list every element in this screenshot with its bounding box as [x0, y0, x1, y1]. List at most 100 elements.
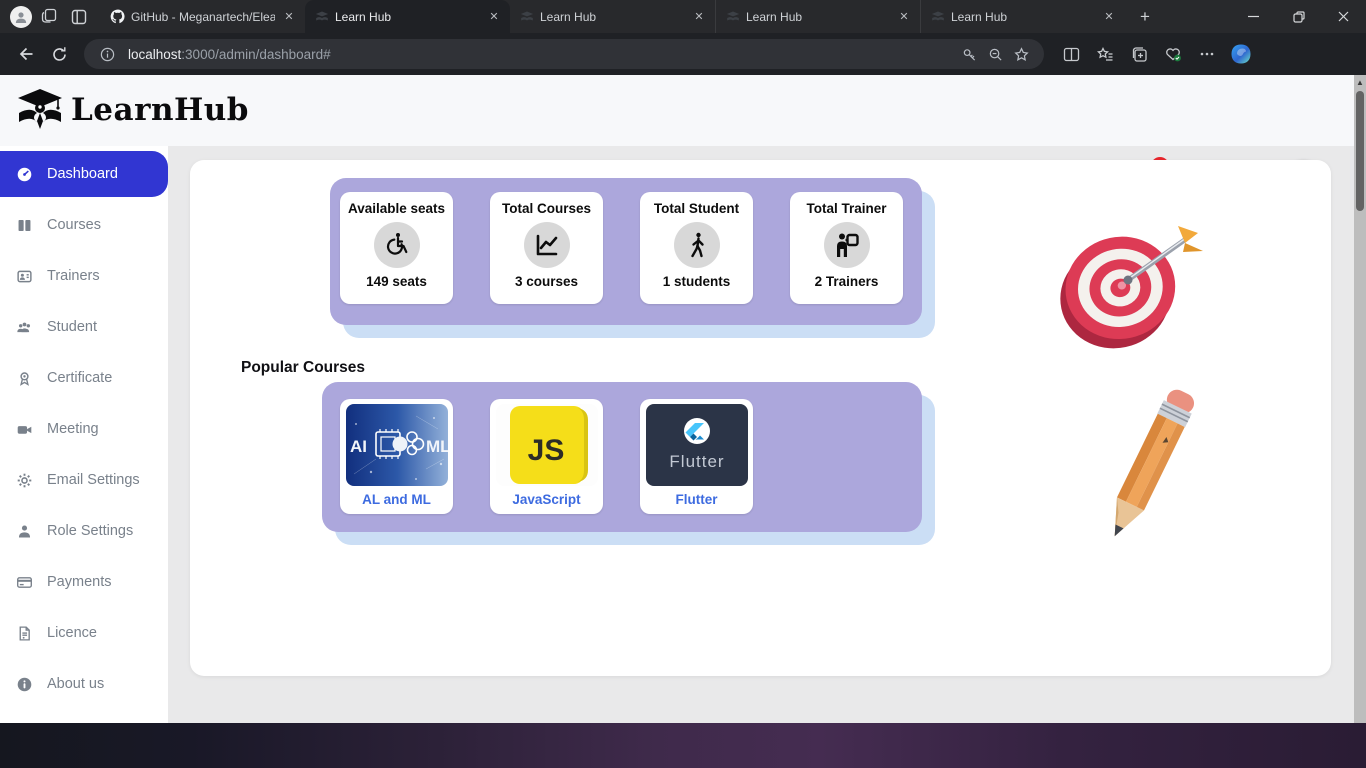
more-menu-icon[interactable]: [1190, 38, 1224, 70]
tab-close-icon[interactable]: ✕: [691, 9, 707, 25]
restore-button[interactable]: [1276, 0, 1321, 33]
sidebar-item-label: About us: [47, 676, 104, 692]
sidebar-item-label: Certificate: [47, 370, 112, 386]
tab-github[interactable]: GitHub - Meganartech/Elea ✕: [100, 0, 305, 33]
github-favicon: [110, 9, 125, 24]
gear-icon: [15, 471, 33, 489]
browser-essentials-icon[interactable]: [1156, 38, 1190, 70]
tab-close-icon[interactable]: ✕: [486, 9, 502, 25]
brand-name: LearnHub: [71, 92, 249, 128]
url-path: :3000/admin/dashboard#: [181, 47, 330, 62]
minimize-button[interactable]: [1231, 0, 1276, 33]
desktop: GitHub - Meganartech/Elea ✕ Learn Hub ✕ …: [0, 0, 1366, 768]
sidebar-item-licence[interactable]: Licence: [0, 610, 168, 656]
close-window-button[interactable]: [1321, 0, 1366, 33]
course-card-al-and-ml[interactable]: AI ML AL and ML: [340, 399, 453, 514]
sidebar-item-student[interactable]: Student: [0, 304, 168, 350]
sidebar-item-role-settings[interactable]: Role Settings: [0, 508, 168, 554]
sidebar-item-label: Dashboard: [47, 166, 118, 182]
tab-close-icon[interactable]: ✕: [896, 9, 912, 25]
address-bar[interactable]: localhost:3000/admin/dashboard#: [84, 39, 1044, 69]
sidebar-item-about-us[interactable]: About us: [0, 661, 168, 707]
courses-icon: [15, 216, 33, 234]
learnhub-favicon: [520, 10, 534, 24]
course-image-javascript: JS: [496, 404, 598, 486]
tab-actions-icon[interactable]: [64, 4, 94, 30]
scrollbar-up-arrow-icon[interactable]: ▲: [1354, 77, 1366, 89]
back-icon[interactable]: [8, 38, 42, 70]
favorite-star-icon[interactable]: [1008, 41, 1034, 67]
browser-profile-button[interactable]: [8, 4, 34, 30]
course-label: Flutter: [676, 492, 718, 507]
scrollbar-thumb[interactable]: [1356, 91, 1364, 211]
refresh-icon[interactable]: [42, 38, 76, 70]
students-icon: [15, 318, 33, 336]
dart-target-illustration: [1040, 216, 1205, 361]
tab-learnhub-active[interactable]: Learn Hub ✕: [305, 0, 510, 33]
sidebar-item-label: Trainers: [47, 268, 100, 284]
brand: LearnHub: [16, 85, 249, 135]
sidebar: Dashboard Courses Trainers Student Certi…: [0, 146, 168, 723]
stat-card-total-trainer: Total Trainer 2 Trainers: [790, 192, 903, 304]
certificate-icon: [15, 369, 33, 387]
course-card-javascript[interactable]: JS JavaScript: [490, 399, 603, 514]
popular-courses-panel: AI ML AL and ML JS Ja: [322, 382, 922, 532]
window-controls: [1231, 0, 1366, 33]
sidebar-item-dashboard[interactable]: Dashboard: [0, 151, 168, 197]
person-icon: [15, 522, 33, 540]
tab-title: Learn Hub: [746, 10, 890, 24]
sidebar-item-trainers[interactable]: Trainers: [0, 253, 168, 299]
walking-person-icon: [674, 222, 720, 268]
wheelchair-icon: [374, 222, 420, 268]
favorites-hub-icon[interactable]: [1088, 38, 1122, 70]
app-header: LearnHub 2 Admin: [0, 75, 1366, 146]
sidebar-item-email-settings[interactable]: Email Settings: [0, 457, 168, 503]
url-text[interactable]: localhost:3000/admin/dashboard#: [128, 47, 956, 62]
browser-profile-icon: [10, 6, 32, 28]
credit-card-icon: [15, 573, 33, 591]
pencil-illustration: [1088, 368, 1208, 568]
js-text: JS: [527, 434, 564, 467]
stat-title: Available seats: [348, 201, 445, 216]
tab-learnhub[interactable]: Learn Hub ✕: [510, 0, 715, 33]
popular-courses-heading: Popular Courses: [241, 359, 365, 377]
split-screen-icon[interactable]: [1054, 38, 1088, 70]
tab-learnhub[interactable]: Learn Hub ✕: [715, 0, 920, 33]
tab-close-icon[interactable]: ✕: [281, 9, 297, 25]
site-info-icon[interactable]: [94, 41, 120, 67]
tab-title: Learn Hub: [540, 10, 685, 24]
copilot-icon[interactable]: [1224, 38, 1258, 70]
stat-card-total-courses: Total Courses 3 courses: [490, 192, 603, 304]
sidebar-item-label: Payments: [47, 574, 111, 590]
stats-panel: Available seats 149 seats Total Courses …: [330, 178, 922, 325]
stat-value: 149 seats: [366, 274, 427, 289]
stat-value: 2 Trainers: [815, 274, 879, 289]
dashboard-icon: [15, 165, 33, 183]
course-image-flutter: Flutter: [646, 404, 748, 486]
tab-strip: GitHub - Meganartech/Elea ✕ Learn Hub ✕ …: [100, 0, 1125, 33]
tab-close-icon[interactable]: ✕: [1101, 9, 1117, 25]
collections-icon[interactable]: [1122, 38, 1156, 70]
trainer-board-icon: [824, 222, 870, 268]
new-tab-button[interactable]: +: [1131, 3, 1159, 31]
zoom-out-icon[interactable]: [982, 41, 1008, 67]
stat-card-available-seats: Available seats 149 seats: [340, 192, 453, 304]
password-key-icon[interactable]: [956, 41, 982, 67]
sidebar-item-meeting[interactable]: Meeting: [0, 406, 168, 452]
workspaces-icon[interactable]: [34, 4, 64, 30]
sidebar-item-label: Email Settings: [47, 472, 140, 488]
stat-value: 1 students: [663, 274, 731, 289]
sidebar-item-label: Student: [47, 319, 97, 335]
tab-title: Learn Hub: [335, 10, 480, 24]
learnhub-favicon: [726, 10, 740, 24]
sidebar-item-payments[interactable]: Payments: [0, 559, 168, 605]
course-card-flutter[interactable]: Flutter Flutter: [640, 399, 753, 514]
line-chart-icon: [524, 222, 570, 268]
tab-learnhub[interactable]: Learn Hub ✕: [920, 0, 1125, 33]
sidebar-item-courses[interactable]: Courses: [0, 202, 168, 248]
stat-title: Total Courses: [502, 201, 591, 216]
ai-text: AI: [350, 437, 367, 456]
page-scrollbar[interactable]: ▲: [1354, 75, 1366, 723]
sidebar-item-certificate[interactable]: Certificate: [0, 355, 168, 401]
course-label: AL and ML: [362, 492, 431, 507]
